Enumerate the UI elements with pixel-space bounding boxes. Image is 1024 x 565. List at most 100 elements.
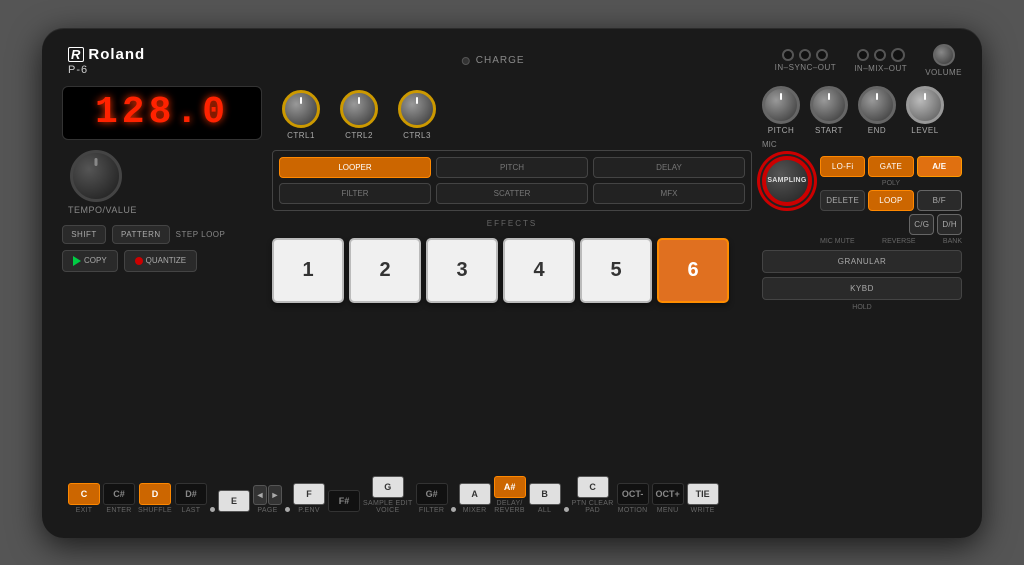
pad-2[interactable]: 2 <box>349 238 421 303</box>
volume-group: VOLUME <box>925 44 962 77</box>
mix-port-group: IN–MIX–OUT <box>854 48 907 73</box>
ae-button[interactable]: A/E <box>917 156 962 177</box>
key-g-sampleedit: G SAMPLE EDITVOICE <box>363 476 413 514</box>
charge-dot <box>462 57 470 65</box>
key-g-button[interactable]: G <box>372 476 404 498</box>
looper-label: LOOPER <box>338 163 371 172</box>
pad-6[interactable]: 6 <box>657 238 729 303</box>
key-b-button[interactable]: B <box>529 483 561 505</box>
key-csharp-button[interactable]: C# <box>103 483 135 505</box>
looper-button[interactable]: LOOPER <box>279 157 431 178</box>
pad-4[interactable]: 4 <box>503 238 575 303</box>
key-c-button[interactable]: C <box>68 483 100 505</box>
volume-knob[interactable] <box>933 44 955 66</box>
level-label: LEVEL <box>911 126 938 135</box>
copy-button[interactable]: COPY <box>62 250 118 272</box>
penv-label: P.ENV <box>298 507 320 514</box>
sampling-button[interactable]: SAMPLING <box>762 156 812 206</box>
page-arrows: ◄ ► <box>253 485 282 505</box>
key-gsharp-filter: G# FILTER <box>416 483 448 514</box>
charge-label: CHARGE <box>476 55 525 66</box>
key-octplus-button[interactable]: OCT+ <box>652 483 684 505</box>
loop-button[interactable]: LOOP <box>868 190 913 211</box>
start-label: START <box>815 126 843 135</box>
level-knob[interactable] <box>906 86 944 124</box>
ctrl-knobs-row: CTRL1 CTRL2 CTRL3 <box>272 86 752 144</box>
start-knob[interactable] <box>810 86 848 124</box>
pitch-knob-group: PITCH <box>762 86 800 135</box>
ctrl2-knob[interactable] <box>340 90 378 128</box>
granular-button[interactable]: GRANULAR <box>762 250 962 273</box>
cg-button[interactable]: C/G <box>909 214 934 235</box>
key-d-button[interactable]: D <box>139 483 171 505</box>
key-tie-write: TIE WRITE <box>687 483 719 514</box>
key-e-button[interactable]: E <box>218 490 250 512</box>
tempo-knob[interactable] <box>70 150 122 202</box>
pad-3[interactable]: 3 <box>426 238 498 303</box>
pattern-button[interactable]: PATTERN <box>112 225 170 244</box>
lofi-button[interactable]: LO-Fi <box>820 156 865 177</box>
mfx-button[interactable]: MFX <box>593 183 745 204</box>
sync-jack-1 <box>782 49 794 61</box>
display-value: 128.0 <box>95 91 229 134</box>
key-csharp-enter: C# ENTER <box>103 483 135 514</box>
display-area: 128.0 <box>62 86 262 140</box>
filter-button[interactable]: FILTER <box>279 183 431 204</box>
key-fsharp: F# <box>328 490 360 514</box>
middle-section: CTRL1 CTRL2 CTRL3 LOOPER PITCH <box>272 86 752 476</box>
delay-button[interactable]: DELAY <box>593 157 745 178</box>
end-label: END <box>868 126 886 135</box>
key-a-button[interactable]: A <box>459 483 491 505</box>
key-asharp-button[interactable]: A# <box>494 476 526 498</box>
pad-1[interactable]: 1 <box>272 238 344 303</box>
key-fsharp-button[interactable]: F# <box>328 490 360 512</box>
key-f-button[interactable]: F <box>293 483 325 505</box>
pads-row: 1 2 3 4 5 6 <box>272 238 752 303</box>
delete-button[interactable]: DELETE <box>820 190 865 211</box>
dot-separator-2 <box>285 507 290 512</box>
play-icon <box>73 256 81 266</box>
volume-label: VOLUME <box>925 68 962 77</box>
kybd-button[interactable]: KYBD <box>762 277 962 300</box>
ctrl2-group: CTRL2 <box>340 90 378 140</box>
sync-label: IN–SYNC–OUT <box>775 63 837 72</box>
page-right-button[interactable]: ► <box>268 485 282 505</box>
key-octminus-motion: OCT- MOTION <box>617 483 649 514</box>
motion-label: MOTION <box>618 507 648 514</box>
key-b-all: B ALL <box>529 483 561 514</box>
page-left-button[interactable]: ◄ <box>253 485 267 505</box>
gate-button[interactable]: GATE <box>868 156 913 177</box>
brand: R Roland P-6 <box>68 46 145 76</box>
key-tie-button[interactable]: TIE <box>687 483 719 505</box>
shift-pattern-row: SHIFT PATTERN STEP LOOP <box>62 225 262 244</box>
pad-5[interactable]: 5 <box>580 238 652 303</box>
sync-port-group: IN–SYNC–OUT <box>775 49 837 72</box>
mfx-label: MFX <box>661 189 678 198</box>
sampling-button-area: SAMPLING <box>762 156 812 206</box>
key-gsharp-button[interactable]: G# <box>416 483 448 505</box>
pitch-button[interactable]: PITCH <box>436 157 588 178</box>
bottom-keyboard-section: C EXIT C# ENTER D SHUFFLE D# LAST E ◄ <box>62 476 962 514</box>
ctrl1-knob[interactable] <box>282 90 320 128</box>
key-asharp-delay: A# DELAY/REVERB <box>494 476 526 514</box>
key-f-penv: F P.ENV <box>293 483 325 514</box>
brand-logo: R Roland <box>68 46 145 63</box>
effects-label: EFFECTS <box>272 219 752 228</box>
mix-jack-1 <box>857 49 869 61</box>
key-dsharp-button[interactable]: D# <box>175 483 207 505</box>
scatter-button[interactable]: SCATTER <box>436 183 588 204</box>
filter-sub-label: FILTER <box>419 507 444 514</box>
bf-button[interactable]: B/F <box>917 190 962 211</box>
key-e: E <box>218 490 250 514</box>
mix-jack-3 <box>891 48 905 62</box>
key-octminus-button[interactable]: OCT- <box>617 483 649 505</box>
pitch-label: PITCH <box>500 163 524 172</box>
model-label: P-6 <box>68 64 145 76</box>
key-c2-button[interactable]: C <box>577 476 609 498</box>
ctrl3-knob[interactable] <box>398 90 436 128</box>
end-knob[interactable] <box>858 86 896 124</box>
quantize-button[interactable]: QUANTIZE <box>124 250 197 272</box>
dh-button[interactable]: D/H <box>937 214 962 235</box>
shift-button[interactable]: SHIFT <box>62 225 106 244</box>
pitch-knob[interactable] <box>762 86 800 124</box>
